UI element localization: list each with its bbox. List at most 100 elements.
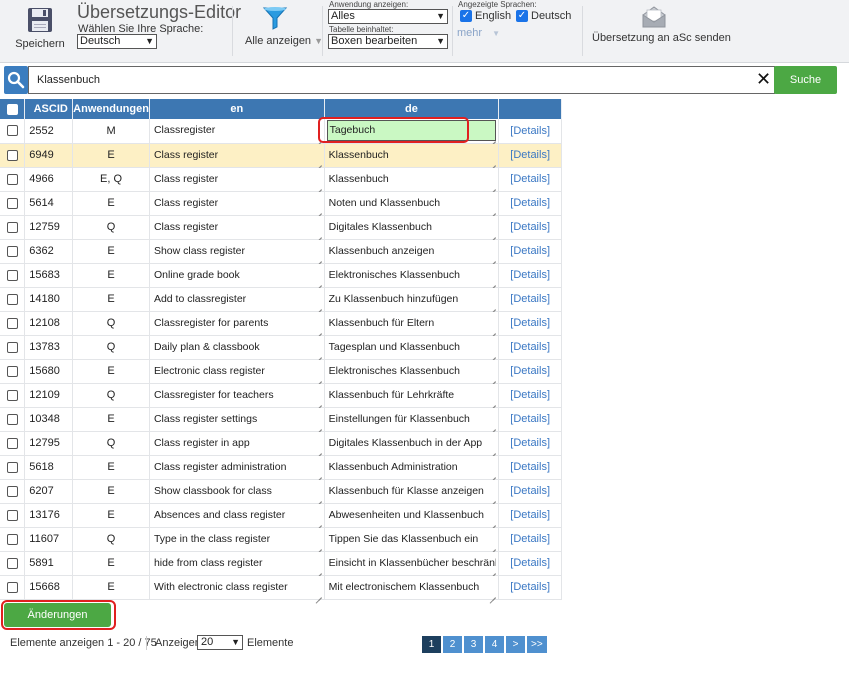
row-checkbox[interactable] [6,461,18,473]
resize-handle-icon[interactable] [315,423,322,430]
details-link[interactable]: [Details] [510,413,550,425]
row-checkbox[interactable] [6,413,18,425]
resize-handle-icon[interactable] [489,183,496,190]
header-apps[interactable]: Anwendungen [72,99,150,119]
page-button-4[interactable]: 4 [485,636,504,653]
resize-handle-icon[interactable] [315,567,322,574]
de-translation-input[interactable]: Digitales Klassenbuch in der App [327,435,497,454]
de-translation-input[interactable]: Klassenbuch für Eltern [327,315,497,334]
resize-handle-icon[interactable] [489,399,496,406]
resize-handle-icon[interactable] [315,135,322,142]
en-translation-input[interactable]: Class register administration [152,459,322,478]
en-translation-input[interactable]: Online grade book [152,267,322,286]
page-button-3[interactable]: 3 [464,636,483,653]
row-checkbox[interactable] [6,341,18,353]
de-translation-input[interactable]: Klassenbuch [327,171,497,190]
de-translation-input[interactable]: Digitales Klassenbuch [327,219,497,238]
de-translation-input[interactable]: Tippen Sie das Klassenbuch ein [327,531,497,550]
search-input[interactable]: Klassenbuch [28,66,775,94]
lang-checkbox-de[interactable]: ✓ Deutsch [516,10,571,22]
row-checkbox[interactable] [6,245,18,257]
page-next-button[interactable]: > [506,636,525,653]
resize-handle-icon[interactable] [489,303,496,310]
de-translation-input[interactable]: Abwesenheiten und Klassenbuch [327,507,497,526]
header-ascid[interactable]: ASCID [24,99,74,119]
details-link[interactable]: [Details] [510,437,550,449]
en-translation-input[interactable]: hide from class register [152,555,322,574]
filter-show-all-button[interactable]: Alle anzeigen ▼ [240,4,323,60]
resize-handle-icon[interactable] [489,135,496,142]
resize-handle-icon[interactable] [489,207,496,214]
details-link[interactable]: [Details] [510,125,550,137]
more-languages-dropdown[interactable]: mehr ▼ [457,27,500,39]
row-checkbox[interactable] [6,293,18,305]
details-link[interactable]: [Details] [510,389,550,401]
row-checkbox[interactable] [6,557,18,569]
en-translation-input[interactable]: Show classbook for class [152,483,322,502]
resize-handle-icon[interactable] [489,375,496,382]
de-translation-input[interactable]: Klassenbuch Administration [327,459,497,478]
en-translation-input[interactable]: Show class register [152,243,322,262]
de-translation-input[interactable]: Einsicht in Klassenbücher beschränkt [327,555,497,574]
en-translation-input[interactable]: With electronic class register [152,579,322,598]
resize-handle-icon[interactable] [489,519,496,526]
resize-handle-icon[interactable] [489,255,496,262]
resize-handle-icon[interactable] [315,471,322,478]
de-translation-input-active[interactable]: Tagebuch [326,120,497,141]
details-link[interactable]: [Details] [510,317,550,329]
search-icon-button[interactable] [4,66,28,94]
row-checkbox[interactable] [6,197,18,209]
de-translation-input[interactable]: Klassenbuch für Lehrkräfte [327,387,497,406]
clear-search-icon[interactable]: ✕ [756,69,771,89]
details-link[interactable]: [Details] [510,245,550,257]
details-link[interactable]: [Details] [510,581,550,593]
details-link[interactable]: [Details] [510,197,550,209]
resize-handle-icon[interactable] [315,399,322,406]
resize-handle-icon[interactable] [489,495,496,502]
resize-handle-icon[interactable] [315,543,322,550]
language-select[interactable]: Deutsch ▼ [77,34,157,49]
page-button-1[interactable]: 1 [422,636,441,653]
row-checkbox[interactable] [6,149,18,161]
row-checkbox[interactable] [6,317,18,329]
save-changes-button[interactable]: Änderungen speichern [4,603,111,645]
resize-handle-icon[interactable] [489,279,496,286]
row-checkbox[interactable] [6,533,18,545]
details-link[interactable]: [Details] [510,293,550,305]
en-translation-input[interactable]: Class register [152,147,322,166]
row-checkbox[interactable] [6,437,18,449]
details-link[interactable]: [Details] [510,221,550,233]
resize-handle-icon[interactable] [489,471,496,478]
en-translation-input[interactable]: Daily plan & classbook [152,339,322,358]
row-checkbox[interactable] [6,125,18,137]
de-translation-input[interactable]: Klassenbuch [327,147,497,166]
de-translation-input[interactable]: Zu Klassenbuch hinzufügen [327,291,497,310]
row-checkbox[interactable] [6,389,18,401]
row-checkbox[interactable] [6,221,18,233]
row-checkbox[interactable] [6,581,18,593]
resize-handle-icon[interactable] [489,231,496,238]
header-en[interactable]: en [149,99,325,119]
row-checkbox[interactable] [6,485,18,497]
details-link[interactable]: [Details] [510,509,550,521]
de-translation-input[interactable]: Einstellungen für Klassenbuch [327,411,497,430]
de-translation-input[interactable]: Elektronisches Klassenbuch [327,363,497,382]
en-translation-input[interactable]: Class register settings [152,411,322,430]
resize-handle-icon[interactable] [489,351,496,358]
en-translation-input[interactable]: Type in the class register [152,531,322,550]
resize-handle-icon[interactable] [315,351,322,358]
resize-handle-icon[interactable] [315,303,322,310]
lang-checkbox-en[interactable]: ✓ English [460,10,511,22]
details-link[interactable]: [Details] [510,365,550,377]
resize-handle-icon[interactable] [489,159,496,166]
resize-handle-icon[interactable] [489,447,496,454]
table-contains-select[interactable]: Boxen bearbeiten ▼ [328,34,448,49]
details-link[interactable]: [Details] [510,341,550,353]
page-button-2[interactable]: 2 [443,636,462,653]
en-translation-input[interactable]: Absences and class register [152,507,322,526]
resize-handle-icon[interactable] [489,543,496,550]
app-show-select[interactable]: Alles ▼ [328,9,448,24]
details-link[interactable]: [Details] [510,461,550,473]
resize-handle-icon[interactable] [315,279,322,286]
de-translation-input[interactable]: Noten und Klassenbuch [327,195,497,214]
